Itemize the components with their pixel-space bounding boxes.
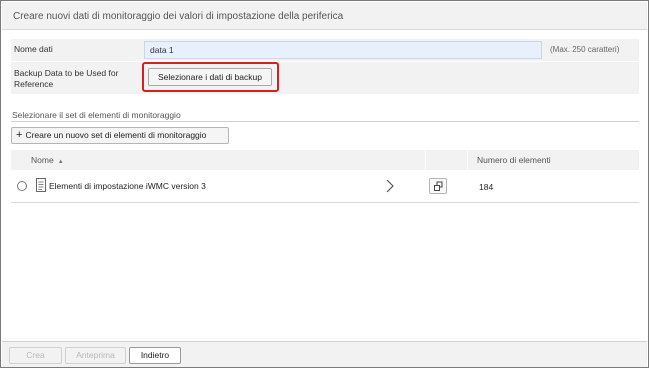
back-button[interactable]: Indietro [129,347,181,364]
data-name-row: Nome dati (Max. 250 caratteri) [11,39,639,61]
backup-reference-label: Backup Data to be Used for Reference [14,68,119,89]
dialog-footer: Crea Anteprima Indietro [2,341,647,367]
row-set-name: Elementi di impostazione iWMC version 3 [49,181,206,191]
create-monitoring-set-label: Creare un nuovo set di elementi di monit… [25,130,207,140]
monitoring-set-table: Nome ▲ Numero di elementi Elementi di imp… [11,150,639,203]
column-header-name-label: Nome [31,155,54,165]
column-header-count[interactable]: Numero di elementi [477,155,551,165]
copy-icon [434,181,443,191]
column-divider [425,150,426,170]
data-name-input[interactable] [144,41,542,59]
backup-reference-row: Backup Data to be Used for Reference [11,62,639,94]
row-element-count: 184 [479,182,494,192]
column-header-name[interactable]: Nome ▲ [31,155,64,165]
table-header: Nome ▲ Numero di elementi [11,150,639,170]
create-monitoring-data-dialog: Creare nuovi dati di monitoraggio dei va… [0,0,649,368]
row-select-radio[interactable] [17,181,27,191]
dialog-title: Creare nuovi dati di monitoraggio dei va… [13,11,344,22]
document-icon [36,178,46,192]
data-name-label: Nome dati [14,44,53,54]
sort-ascending-icon: ▲ [57,159,64,165]
max-length-hint: (Max. 250 caratteri) [550,45,620,54]
preview-button[interactable]: Anteprima [65,347,126,364]
monitoring-set-section-label: Selezionare il set di elementi di monito… [12,110,181,120]
plus-icon: + [16,129,23,141]
select-backup-data-button[interactable]: Selezionare i dati di backup [148,68,272,86]
copy-set-button[interactable] [429,178,447,194]
create-monitoring-set-button[interactable]: + Creare un nuovo set di elementi di moni… [11,127,229,144]
dialog-title-bar: Creare nuovi dati di monitoraggio dei va… [2,2,647,30]
create-button[interactable]: Crea [9,347,62,364]
section-divider [11,121,639,122]
chevron-right-icon[interactable] [385,179,395,193]
column-divider [467,150,468,170]
